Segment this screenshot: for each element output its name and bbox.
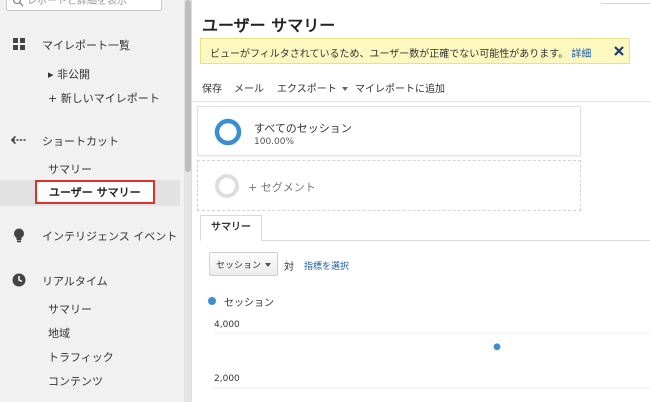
- filter-notice-banner: ビューがフィルタされているため、ユーザー数が正確でない可能性があります。 詳細: [200, 38, 630, 64]
- notice-message: ビューがフィルタされているため、ユーザー数が正確でない可能性があります。: [210, 49, 569, 60]
- report-toolbar: 保存 メール エクスポート マイレポートに追加: [193, 72, 650, 102]
- chevron-down-icon: [341, 87, 348, 91]
- segment-name: すべてのセッション: [254, 122, 352, 135]
- data-point[interactable]: [493, 343, 501, 351]
- grid-icon: [11, 36, 27, 52]
- sidebar-section-my-reports[interactable]: マイレポート一覧: [0, 33, 184, 55]
- search-icon: [12, 0, 24, 7]
- main-content: ユーザー サマリー ビューがフィルタされているため、ユーザー数が正確でない可能性…: [193, 0, 650, 402]
- page-title: ユーザー サマリー: [202, 16, 336, 35]
- segment-ring-icon: [214, 118, 242, 146]
- sidebar-item-traffic[interactable]: トラフィック: [48, 350, 114, 366]
- tab-bar-divider: [200, 240, 650, 241]
- metric-dropdown[interactable]: セッション: [209, 252, 278, 276]
- report-search-box[interactable]: [6, 0, 162, 11]
- sidebar-item-summary[interactable]: サマリー: [48, 162, 92, 178]
- add-segment-button[interactable]: + セグメント: [197, 160, 581, 211]
- legend-marker: [208, 297, 216, 305]
- sidebar-section-label: マイレポート一覧: [42, 39, 130, 52]
- sidebar-section-intelligence-events[interactable]: インテリジェンス イベント: [0, 224, 184, 246]
- sidebar-item-content[interactable]: コンテンツ: [48, 374, 103, 390]
- sidebar-section-realtime[interactable]: リアルタイム: [0, 269, 184, 291]
- save-button[interactable]: 保存: [202, 80, 222, 95]
- add-to-dashboard-button[interactable]: マイレポートに追加: [355, 80, 445, 95]
- sidebar-item-locations[interactable]: 地域: [48, 326, 70, 342]
- segment-percent: 100.00%: [254, 137, 295, 147]
- email-button[interactable]: メール: [234, 80, 264, 95]
- shortcut-arrow-icon: [11, 132, 27, 148]
- tab-summary[interactable]: サマリー: [200, 215, 262, 241]
- close-icon[interactable]: [613, 45, 625, 57]
- sidebar-item-new-dashboard[interactable]: + 新しいマイレポート: [48, 91, 160, 107]
- lightbulb-icon: [11, 227, 27, 243]
- top-edge-divider: [601, 0, 650, 4]
- sidebar-item-user-summary[interactable]: ユーザー サマリー: [35, 180, 155, 204]
- sidebar-section-label: インテリジェンス イベント: [42, 230, 178, 243]
- sidebar-section-shortcuts[interactable]: ショートカット: [0, 129, 184, 151]
- export-button[interactable]: エクスポート: [277, 80, 348, 95]
- sidebar-item-realtime-summary[interactable]: サマリー: [48, 302, 92, 318]
- search-input[interactable]: [27, 0, 157, 8]
- versus-label: 対: [284, 262, 294, 273]
- legend-series-label: セッション: [224, 298, 274, 309]
- sidebar-scrollbar-thumb[interactable]: [185, 0, 191, 172]
- sidebar-item-private[interactable]: ▸ 非公開: [48, 67, 90, 83]
- clock-icon: [11, 272, 27, 288]
- notice-details-link[interactable]: 詳細: [571, 49, 591, 60]
- sidebar-section-label: リアルタイム: [42, 275, 108, 288]
- sidebar-nav: マイレポート一覧 ▸ 非公開 + 新しいマイレポート ショートカット サマリー …: [0, 0, 192, 402]
- metric-dropdown-label: セッション: [216, 261, 262, 271]
- chevron-down-icon: [265, 263, 271, 267]
- sidebar-section-label: ショートカット: [42, 135, 119, 148]
- add-segment-label: + セグメント: [248, 181, 316, 194]
- export-label: エクスポート: [277, 84, 337, 95]
- choose-metric-link[interactable]: 指標を選択: [304, 259, 349, 272]
- notice-text-wrap: ビューがフィルタされているため、ユーザー数が正確でない可能性があります。 詳細: [210, 45, 591, 60]
- segment-card-all-sessions[interactable]: すべてのセッション 100.00%: [197, 106, 581, 156]
- session-chart: [214, 332, 650, 389]
- empty-segment-ring-icon: [215, 174, 239, 198]
